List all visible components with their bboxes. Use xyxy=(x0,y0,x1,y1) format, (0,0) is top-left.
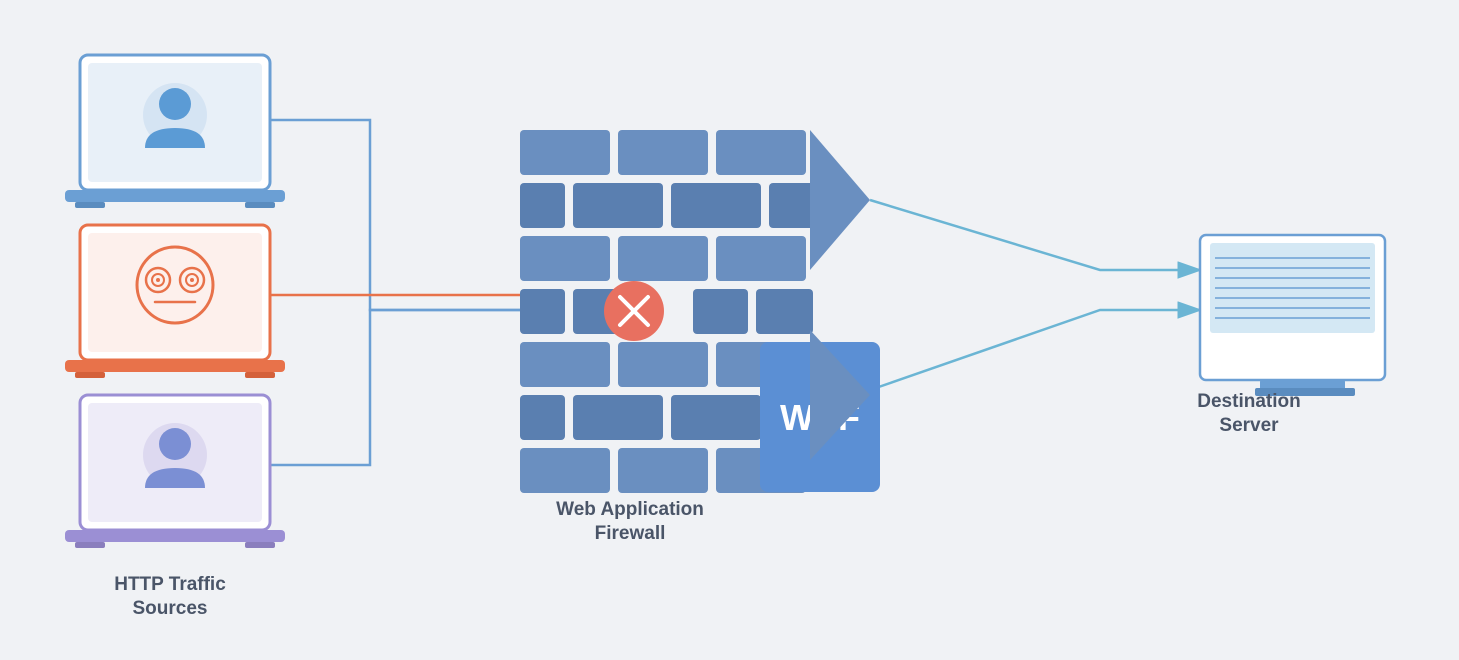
label-waf-line1: Web Application xyxy=(556,499,704,520)
laptop-user-bottom xyxy=(65,395,285,548)
label-http-line1: HTTP Traffic xyxy=(114,574,226,595)
label-waf-line2: Firewall xyxy=(595,523,666,544)
diagram-container: WAF HTTP xyxy=(0,0,1459,660)
label-dest-line1: Destination xyxy=(1197,391,1300,412)
line-waf-dest-bottom xyxy=(870,310,1200,390)
laptop-user-top xyxy=(65,55,285,208)
line-user-top xyxy=(270,120,520,310)
label-http-line2: Sources xyxy=(133,598,208,619)
label-dest-line2: Server xyxy=(1219,415,1279,436)
destination-server xyxy=(1200,235,1385,396)
line-waf-dest-top xyxy=(870,200,1200,270)
line-user-bottom xyxy=(270,310,520,465)
laptop-attacker xyxy=(65,225,285,378)
